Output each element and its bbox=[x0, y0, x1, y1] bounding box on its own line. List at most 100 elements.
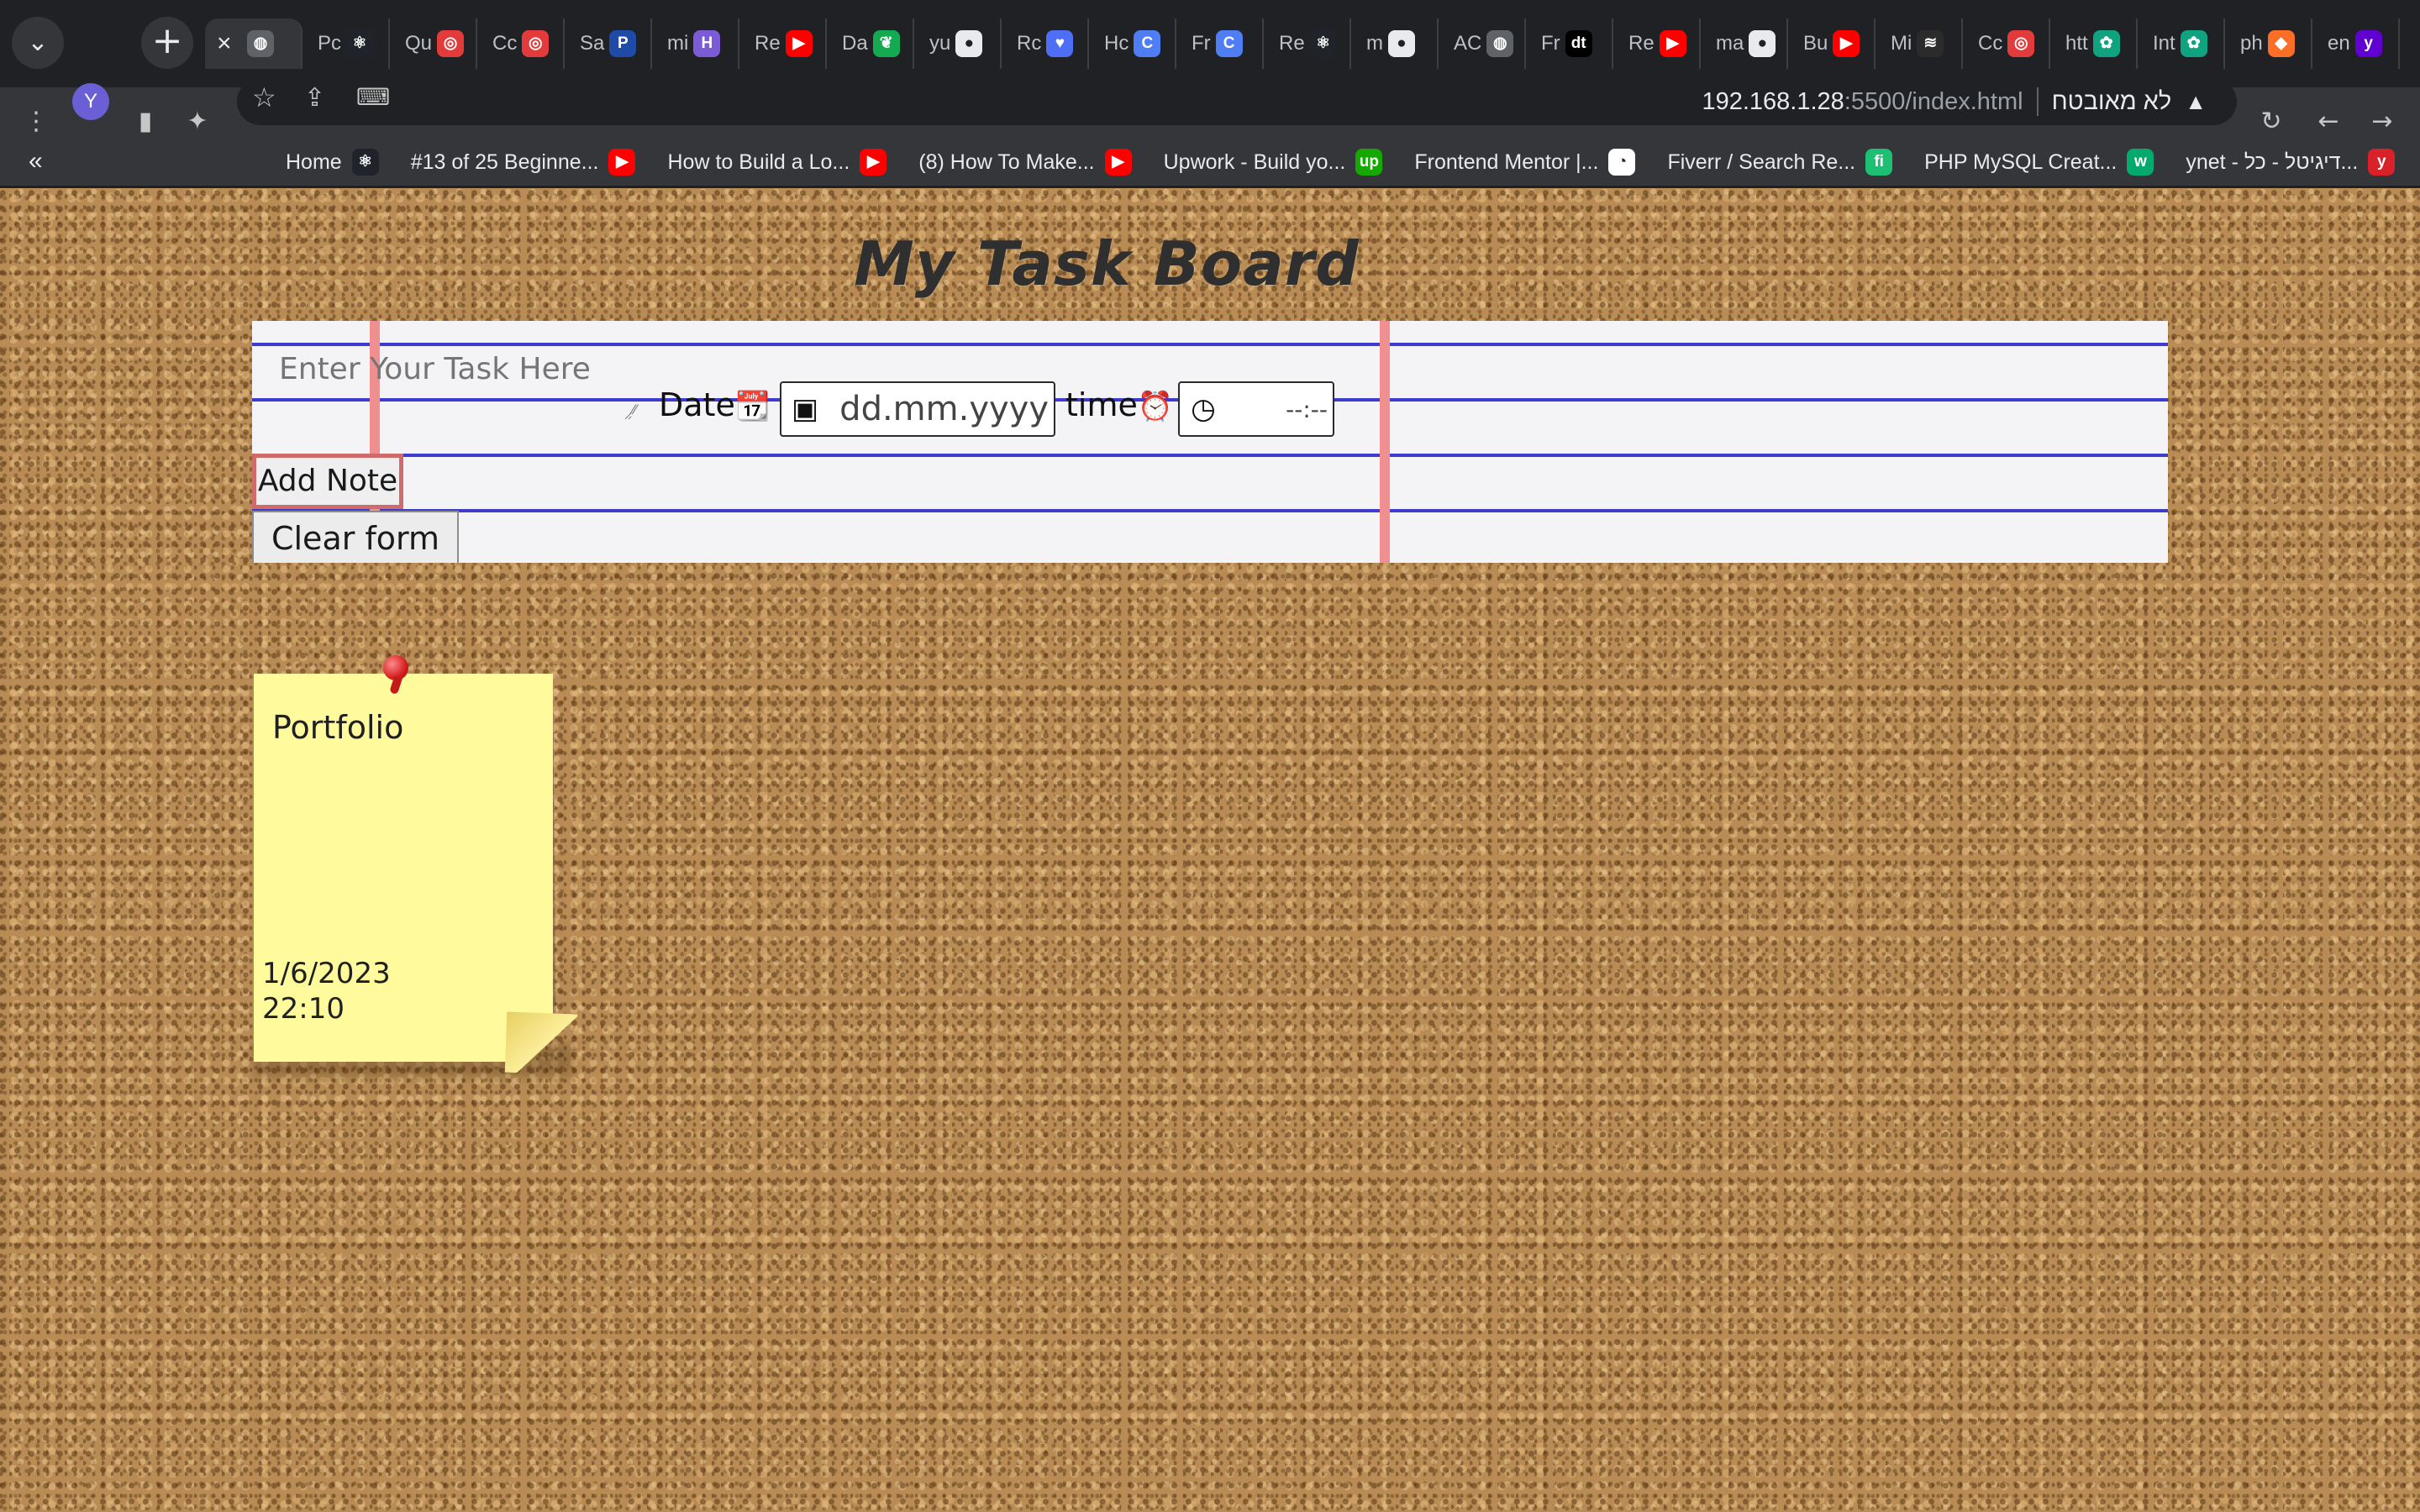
tab[interactable]: Re ⚛ bbox=[1264, 18, 1351, 69]
tab[interactable]: Cc ◎ bbox=[477, 18, 565, 69]
profile-avatar[interactable]: Y bbox=[72, 83, 109, 120]
bookmark-item[interactable]: Upwork - Build yo... up bbox=[1164, 149, 1383, 176]
tab[interactable]: m ● bbox=[1351, 18, 1439, 69]
globe-icon: ◍ bbox=[247, 30, 274, 57]
bookmark-item[interactable]: How to Build a Lo... ▶ bbox=[667, 149, 887, 176]
tab[interactable]: yu ● bbox=[914, 18, 1002, 69]
date-input[interactable]: ▣ dd.mm.yyyy bbox=[780, 381, 1055, 437]
bookmark-item[interactable]: Frontend Mentor |... ◔ bbox=[1414, 149, 1636, 176]
tab-label: Pc bbox=[318, 32, 342, 55]
tab[interactable]: AC ◍ bbox=[1439, 18, 1526, 69]
url-path: :5500/index.html bbox=[1844, 87, 2023, 115]
youtube-icon: ▶ bbox=[608, 149, 636, 176]
alarm-clock-emoji-icon: ⏰ bbox=[1137, 390, 1174, 423]
time-placeholder: --:-- bbox=[1286, 395, 1328, 423]
bookmark-item[interactable]: PHP MySQL Creat... w bbox=[1924, 149, 2154, 176]
url-display[interactable]: 192.168.1.28:5500/index.html לא מאובטח ▲ bbox=[1702, 78, 2237, 125]
tab[interactable]: Rc ♥ bbox=[1002, 18, 1089, 69]
tab-active[interactable]: × ◍ bbox=[205, 18, 302, 69]
note-curl bbox=[504, 1011, 578, 1075]
translate-icon[interactable]: ⌨ bbox=[356, 83, 390, 111]
tab-label: Cc bbox=[492, 32, 518, 55]
tab[interactable]: Re ▶ bbox=[1613, 18, 1701, 69]
tab-label: ma bbox=[1716, 32, 1744, 55]
tab[interactable]: ma ● bbox=[1701, 18, 1788, 69]
tab[interactable]: Da ❦ bbox=[827, 18, 914, 69]
tab[interactable]: Bu ▶ bbox=[1788, 18, 1876, 69]
bookmark-star-icon[interactable]: ☆ bbox=[252, 81, 276, 113]
upwork-icon: up bbox=[1355, 149, 1383, 176]
time-label: time⏰ bbox=[1065, 386, 1174, 423]
share-icon[interactable]: ⇪ bbox=[304, 83, 325, 113]
tab[interactable]: Cc ◎ bbox=[1963, 18, 2050, 69]
bookmark-item[interactable]: Fiverr / Search Re... fi bbox=[1667, 149, 1893, 176]
paper-rule bbox=[252, 454, 2168, 457]
globe-icon: ◍ bbox=[1486, 30, 1514, 57]
bookmarks-collapse-icon[interactable]: « bbox=[29, 147, 43, 176]
tab-label: mi bbox=[667, 32, 689, 55]
tab[interactable]: Fr C bbox=[1176, 18, 1264, 69]
yahoo-icon: y bbox=[2354, 30, 2382, 57]
clock-icon[interactable]: ◷ bbox=[1180, 392, 1227, 426]
tab-strip: ⌄ + × ◍ Pc ⚛ Qu ◎ Cc ◎ Sa Pmi H Re ▶ Da ❦ yu ● Rc ♥ Hc C Fr C R… bbox=[0, 0, 2420, 87]
youtube-icon: ▶ bbox=[1104, 149, 1132, 176]
tab[interactable]: Fr dt bbox=[1526, 18, 1613, 69]
paper-margin-line bbox=[1380, 321, 1390, 563]
tab-label: Qu bbox=[405, 32, 433, 55]
tab-label: Int bbox=[2153, 32, 2175, 55]
paypal-icon: P bbox=[609, 30, 637, 57]
bookmark-label: PHP MySQL Creat... bbox=[1924, 150, 2118, 174]
c-icon: C bbox=[1215, 30, 1243, 57]
tab[interactable]: Mi ≋ bbox=[1876, 18, 1963, 69]
new-tab-button[interactable]: + bbox=[141, 17, 193, 69]
close-tab-icon[interactable]: × bbox=[217, 29, 242, 58]
bookmark-item[interactable]: ynet - דיגיטל - כל... y bbox=[2186, 149, 2396, 176]
tab[interactable]: Qu ◎ bbox=[390, 18, 477, 69]
tab-label: Fr bbox=[1541, 32, 1560, 55]
tab[interactable]: en y bbox=[2312, 18, 2400, 69]
tab[interactable]: Pc ⚛ bbox=[302, 18, 390, 69]
address-bar[interactable]: ☆ ⇪ ⌨ 192.168.1.28:5500/index.html לא מא… bbox=[237, 78, 2237, 125]
add-note-button[interactable]: Add Note bbox=[252, 454, 403, 509]
tab[interactable]: ph ◆ bbox=[2225, 18, 2312, 69]
youtube-icon: ▶ bbox=[1659, 30, 1686, 57]
note-time: 22:10 bbox=[262, 992, 345, 1026]
tab[interactable]: Re ▶ bbox=[739, 18, 827, 69]
tab[interactable]: mi H bbox=[652, 18, 739, 69]
h-icon: H bbox=[693, 30, 721, 57]
tab-label: m bbox=[1366, 32, 1383, 55]
page-viewport: My Task Board ⁄⁄ Date📆 ▣ dd.mm.yyyy time… bbox=[0, 188, 2420, 1512]
tab[interactable]: Int ✿ bbox=[2138, 18, 2225, 69]
ynet-icon: y bbox=[2368, 149, 2396, 176]
c-icon: C bbox=[1134, 30, 1161, 57]
task-textarea[interactable] bbox=[279, 353, 632, 420]
github-icon: ● bbox=[1749, 30, 1776, 57]
tab-search-button[interactable]: ⌄ bbox=[12, 17, 64, 69]
security-label[interactable]: לא מאובטח bbox=[2052, 88, 2172, 116]
react-icon: ⚛ bbox=[1309, 30, 1337, 57]
task-note[interactable]: Portfolio 1/6/2023 22:10 bbox=[254, 655, 578, 1077]
bookmark-item[interactable]: Home ⚛ bbox=[286, 149, 379, 176]
tab[interactable]: htt ✿ bbox=[2050, 18, 2138, 69]
warning-icon[interactable]: ▲ bbox=[2185, 89, 2207, 115]
calendar-icon[interactable]: ▣ bbox=[781, 392, 829, 426]
calendar-emoji-icon: 📆 bbox=[734, 390, 771, 423]
tab-label: Bu bbox=[1803, 32, 1828, 55]
task-form: ⁄⁄ Date📆 ▣ dd.mm.yyyy time⏰ ◷ --:-- Add … bbox=[252, 321, 2168, 563]
bookmark-label: Frontend Mentor |... bbox=[1414, 150, 1599, 174]
youtube-icon: ▶ bbox=[1833, 30, 1860, 57]
url-separator bbox=[2036, 87, 2039, 116]
bookmark-label: ynet - דיגיטל - כל... bbox=[2186, 150, 2359, 174]
tab-label: Da bbox=[842, 32, 868, 55]
time-input[interactable]: ◷ --:-- bbox=[1178, 381, 1334, 437]
github-icon: ● bbox=[1388, 30, 1415, 57]
clear-form-button[interactable]: Clear form bbox=[252, 511, 459, 563]
tab-label: Mi bbox=[1891, 32, 1912, 55]
youtube-icon: ▶ bbox=[785, 30, 813, 57]
resize-handle-icon[interactable]: ⁄⁄ bbox=[632, 402, 636, 417]
tab-label: ph bbox=[2240, 32, 2263, 55]
bookmark-item[interactable]: #13 of 25 Beginne... ▶ bbox=[411, 149, 636, 176]
bookmark-item[interactable]: (8) How To Make... ▶ bbox=[918, 149, 1132, 176]
tab[interactable]: Sa P bbox=[565, 18, 652, 69]
tab[interactable]: Hc C bbox=[1089, 18, 1176, 69]
